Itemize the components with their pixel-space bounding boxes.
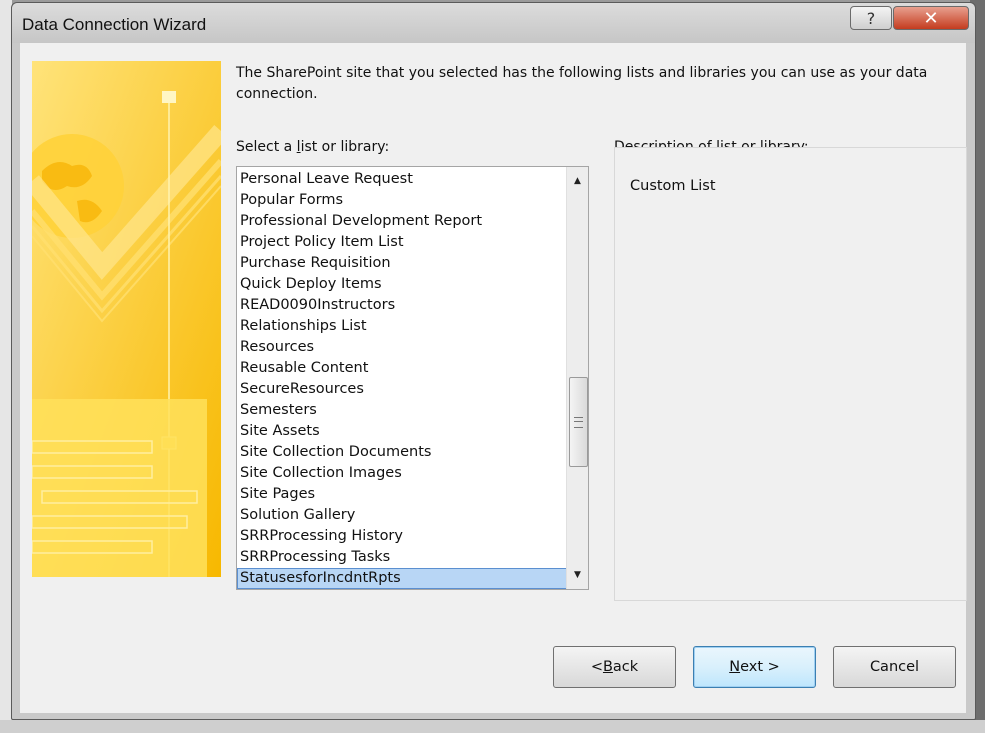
list-item[interactable]: Relationships List [237,316,567,337]
list-item[interactable]: SRRProcessing History [237,526,567,547]
list-label-start: Select a [236,139,297,155]
list-item[interactable]: Popular Forms [237,190,567,211]
list-item[interactable]: Quick Deploy Items [237,274,567,295]
intro-text: The SharePoint site that you selected ha… [236,65,928,102]
list-item[interactable]: READ0090Instructors [237,295,567,316]
back-label-start: < [590,659,603,675]
grip-icon [574,416,583,428]
scroll-up-arrow-icon[interactable]: ▲ [567,171,588,191]
list-label-end: ist or library: [300,139,390,155]
list-item[interactable]: SRRProcessing Tasks [237,547,567,568]
list-item[interactable]: Resources [237,337,567,358]
wizard-banner-image [32,61,221,577]
description-panel: Custom List [614,147,967,601]
back-label-end: ack [612,659,639,675]
list-item[interactable]: Semesters [237,400,567,421]
description-value: Custom List [630,178,716,194]
back-accelerator: B [602,659,613,675]
list-item[interactable]: Site Assets [237,421,567,442]
back-button[interactable]: < Back [553,646,676,688]
list-item[interactable]: Site Collection Documents [237,442,567,463]
next-button[interactable]: Next > [693,646,816,688]
next-accelerator: N [729,659,741,675]
scroll-thumb[interactable] [569,377,588,467]
list-item[interactable]: Professional Development Report [237,211,567,232]
list-item[interactable]: Site Collection Images [237,463,567,484]
list-library-listbox[interactable]: Personal Leave Request Popular Forms Profe… [236,166,589,590]
list-label: Select a list or library: [236,139,389,155]
list-items: Personal Leave Request Popular Forms Profe… [237,169,567,589]
title-bar[interactable]: Data Connection Wizard ? ✕ [12,3,975,43]
listbox-scrollbar[interactable]: ▲ ▼ [566,167,588,589]
list-item[interactable]: Reusable Content [237,358,567,379]
background-app-bottom [0,720,985,733]
scroll-down-arrow-icon[interactable]: ▼ [567,565,588,585]
list-item[interactable]: Project Policy Item List [237,232,567,253]
list-item[interactable]: SecureResources [237,379,567,400]
list-item[interactable]: Solution Gallery [237,505,567,526]
cancel-button[interactable]: Cancel [833,646,956,688]
dialog-body: The SharePoint site that you selected ha… [20,43,967,713]
help-button[interactable]: ? [850,6,892,30]
window-title: Data Connection Wizard [22,15,207,34]
wizard-dialog: Data Connection Wizard ? ✕ The SharePoin… [11,2,976,720]
banner-artwork [32,61,221,577]
list-item[interactable]: Purchase Requisition [237,253,567,274]
list-item[interactable]: Site Pages [237,484,567,505]
close-icon: ✕ [923,7,939,29]
close-button[interactable]: ✕ [893,6,969,30]
help-icon: ? [866,8,876,28]
next-label-end: ext > [740,659,780,675]
list-item[interactable]: Personal Leave Request [237,169,567,190]
list-item[interactable]: StatusesforIncdntRpts [237,568,567,589]
